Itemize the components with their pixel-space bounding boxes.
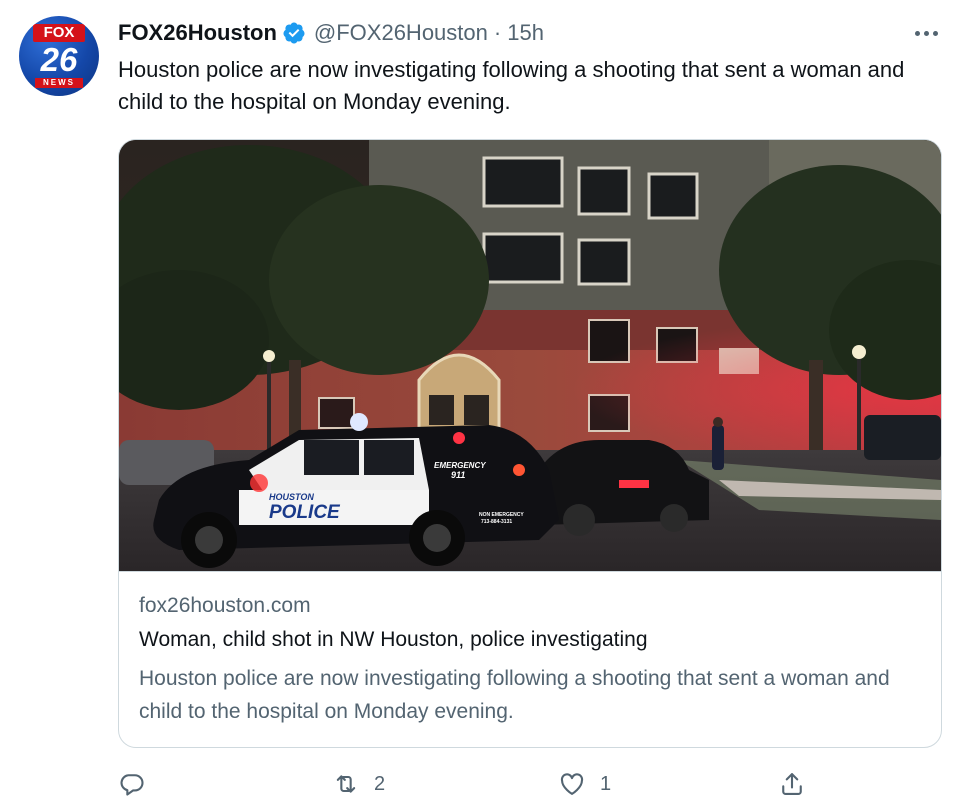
card-title: Woman, child shot in NW Houston, police … [139,628,648,651]
handle[interactable]: @FOX26Houston [314,20,488,46]
tweet[interactable]: FOX 26 NEWS FOX26Houston @FOX26Houston ·… [0,0,960,810]
like-count: 1 [600,772,612,795]
car-brand-small-text: HOUSTON [269,492,314,502]
retweet-count: 2 [374,772,386,795]
card-description: Houston police are now investigating fol… [139,667,890,723]
police-scene-photo: HOUSTON POLICE EMERGENCY 911 NON EMERGEN… [119,140,941,571]
timestamp[interactable]: 15h [507,20,544,46]
tweet-header: FOX26Houston @FOX26Houston · 15h [118,18,544,48]
reply-button[interactable] [118,764,160,804]
avatar-number: 26 [40,41,78,78]
share-button[interactable] [778,764,806,804]
link-card[interactable]: HOUSTON POLICE EMERGENCY 911 NON EMERGEN… [118,139,942,748]
tweet-text: Houston police are now investigating fol… [118,57,905,114]
more-dot [932,30,938,36]
reply-icon [120,774,144,796]
more-dot [923,30,929,36]
more-dot [914,30,920,36]
avatar-news-label: NEWS [35,78,83,88]
retweet-icon [336,775,356,793]
card-domain: fox26houston.com [139,594,311,617]
retweet-button[interactable]: 2 [332,764,385,804]
avatar-fox-label: FOX [33,24,85,42]
card-info[interactable]: fox26houston.com Woman, child shot in NW… [119,571,941,747]
verified-badge-icon [282,21,306,45]
card-image[interactable]: HOUSTON POLICE EMERGENCY 911 NON EMERGEN… [119,140,941,571]
emergency-text: EMERGENCY [434,461,486,470]
non-emergency-text: NON EMERGENCY [479,512,524,518]
more-options-icon[interactable] [906,18,946,48]
avatar[interactable]: FOX 26 NEWS [19,16,99,96]
like-icon [560,773,584,795]
tweet-actions: 2 1 [118,764,818,804]
share-icon [782,773,802,795]
car-brand-text: POLICE [269,502,341,523]
emergency-number-text: 911 [451,470,465,480]
separator-dot: · [493,20,502,45]
non-emergency-number-text: 713-884-3131 [481,519,512,525]
like-button[interactable]: 1 [558,764,611,804]
display-name[interactable]: FOX26Houston [118,20,277,46]
